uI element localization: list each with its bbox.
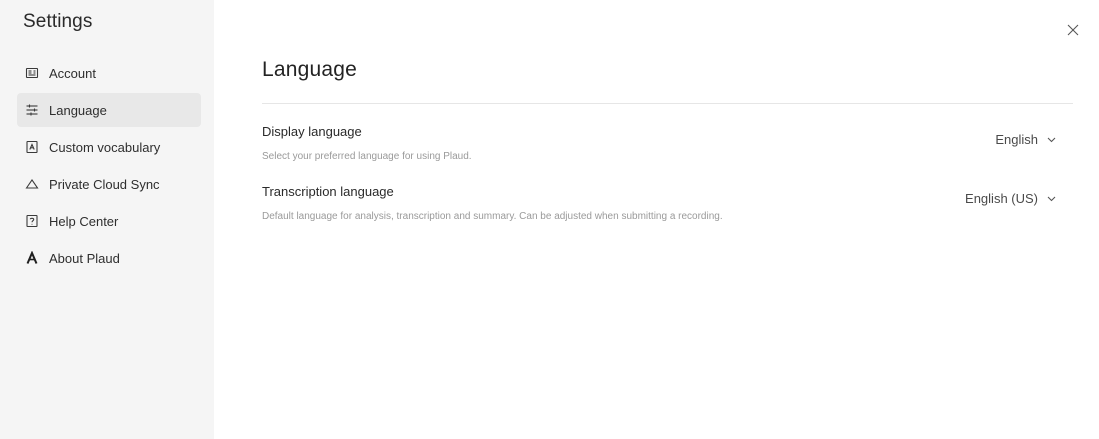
close-icon	[1067, 24, 1079, 36]
sidebar-item-language[interactable]: Language	[17, 93, 201, 127]
display-language-dropdown[interactable]: English	[995, 132, 1057, 147]
id-card-icon	[25, 66, 39, 80]
chevron-down-icon	[1046, 134, 1057, 145]
sidebar-title: Settings	[23, 11, 93, 32]
sidebar-item-label: Account	[49, 65, 96, 81]
display-language-setting: Display language Select your preferred l…	[262, 124, 1073, 165]
sidebar-item-private-cloud-sync[interactable]: Private Cloud Sync	[17, 167, 201, 201]
page-title: Language	[262, 58, 358, 81]
transcription-language-setting: Transcription language Default language …	[262, 184, 1073, 225]
help-question-icon	[25, 214, 39, 228]
sidebar-item-help-center[interactable]: Help Center	[17, 204, 201, 238]
setting-description: Select your preferred language for using…	[262, 151, 472, 162]
sliders-icon	[25, 103, 39, 117]
title-divider	[262, 103, 1073, 104]
setting-name: Display language	[262, 124, 362, 139]
transcription-language-dropdown[interactable]: English (US)	[965, 191, 1057, 206]
sidebar-item-label: Language	[49, 102, 107, 118]
cloud-icon	[25, 177, 39, 191]
chevron-down-icon	[1046, 193, 1057, 204]
settings-window: Settings Account Language Custom vocabul…	[0, 0, 1099, 439]
setting-name: Transcription language	[262, 184, 394, 199]
sidebar-item-account[interactable]: Account	[17, 56, 201, 90]
settings-sidebar: Settings Account Language Custom vocabul…	[0, 0, 214, 439]
dropdown-value: English (US)	[965, 191, 1038, 206]
vocabulary-book-icon	[25, 140, 39, 154]
dropdown-value: English	[995, 132, 1038, 147]
sidebar-item-label: Custom vocabulary	[49, 139, 161, 155]
setting-description: Default language for analysis, transcrip…	[262, 211, 723, 222]
sidebar-item-label: About Plaud	[49, 250, 120, 266]
sidebar-item-custom-vocabulary[interactable]: Custom vocabulary	[17, 130, 201, 164]
plaud-logo-icon	[25, 251, 39, 265]
close-button[interactable]	[1065, 22, 1081, 38]
settings-nav: Account Language Custom vocabulary Priva…	[17, 56, 201, 278]
sidebar-item-label: Help Center	[49, 213, 119, 229]
sidebar-item-about-plaud[interactable]: About Plaud	[17, 241, 201, 275]
sidebar-item-label: Private Cloud Sync	[49, 176, 160, 192]
